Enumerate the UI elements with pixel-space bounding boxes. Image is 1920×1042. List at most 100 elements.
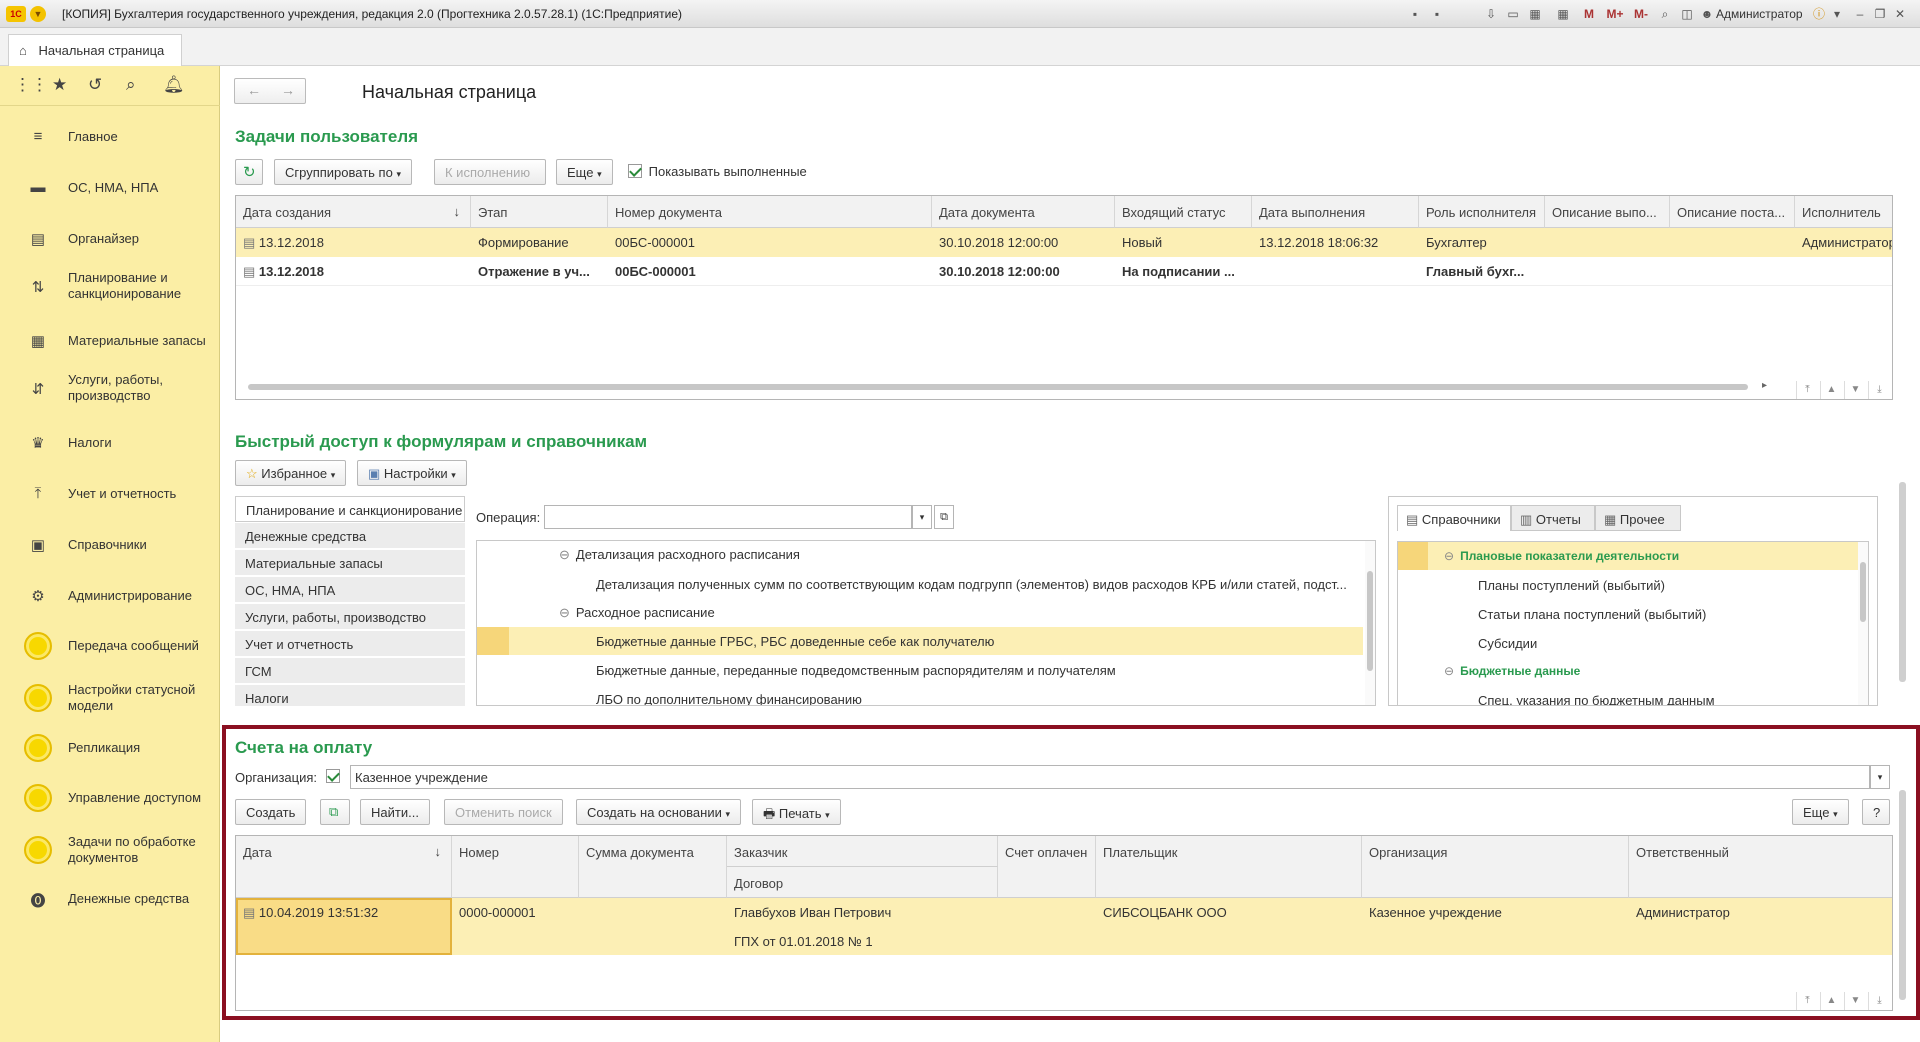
group-by-button[interactable]: Сгруппировать по ▾ [274, 159, 412, 185]
col-header[interactable]: Описание выпо... [1545, 196, 1670, 228]
col-header[interactable]: Договор [727, 867, 998, 898]
tasks-more-button[interactable]: Еще ▾ [556, 159, 613, 185]
section-item[interactable]: Денежные средства [235, 523, 465, 549]
app-menu-icon[interactable]: ▼ [30, 6, 46, 22]
sidebar-item-accounting[interactable]: ⤒ Учет и отчетность [0, 479, 220, 509]
panels-icon[interactable]: ◫ [1678, 6, 1696, 22]
section-item[interactable]: Материальные запасы [235, 550, 465, 576]
tab-references[interactable]: ▤ Справочники [1397, 505, 1511, 531]
tree-item[interactable]: Бюджетные данные ГРБС, РБС доведенные се… [596, 634, 994, 649]
scroll-top-icon[interactable]: ⤒ [1796, 381, 1818, 399]
col-header[interactable]: Номер [452, 836, 579, 898]
col-header[interactable]: Дата документа [932, 196, 1115, 228]
cancel-search-button[interactable]: Отменить поиск [444, 799, 563, 825]
sidebar-item-main[interactable]: ≡ Главное [0, 122, 220, 152]
sidebar-item-organizer[interactable]: ▤ Органайзер [0, 224, 220, 254]
sidebar-item-assets[interactable]: ▬ ОС, НМА, НПА [0, 173, 220, 203]
tree-group[interactable]: ⊖ Плановые показатели деятельности [1444, 549, 1679, 563]
scroll-down-icon[interactable]: ▼ [1844, 992, 1866, 1010]
sidebar-item-cash[interactable]: ⓿ Денежные средства [0, 884, 220, 914]
scroll-up-icon[interactable]: ▲ [1820, 992, 1842, 1010]
scroll-top-icon[interactable]: ⤒ [1796, 992, 1818, 1010]
help-button[interactable]: ? [1862, 799, 1890, 825]
sidebar-item-references[interactable]: ▣ Справочники [0, 530, 220, 560]
org-checkbox[interactable] [326, 769, 340, 784]
vertical-scrollbar[interactable] [1858, 542, 1868, 705]
tree-item[interactable]: Субсидии [1478, 636, 1537, 651]
user-name[interactable]: Администратор [1716, 7, 1803, 21]
scroll-down-icon[interactable]: ▼ [1844, 381, 1866, 399]
execute-button[interactable]: К исполнению [434, 159, 546, 185]
operation-input[interactable] [544, 505, 912, 529]
invoices-more-button[interactable]: Еще ▾ [1792, 799, 1849, 825]
scroll-bottom-icon[interactable]: ⤓ [1868, 381, 1890, 399]
org-input[interactable]: Казенное учреждение [350, 765, 1870, 789]
sidebar-item-doc-tasks[interactable]: Задачи по обработке документов [0, 828, 220, 872]
col-header[interactable]: Счет оплачен [998, 836, 1096, 898]
col-header[interactable]: Входящий статус [1115, 196, 1252, 228]
section-item[interactable]: Налоги [235, 685, 465, 706]
tab-home[interactable]: ⌂ Начальная страница [8, 34, 182, 66]
sidebar-item-materials[interactable]: ▦ Материальные запасы [0, 326, 220, 356]
scroll-up-icon[interactable]: ▲ [1820, 381, 1842, 399]
copy-icon[interactable]: ▭ [1504, 6, 1522, 22]
memory-plus-icon[interactable]: M+ [1604, 6, 1626, 22]
sidebar-item-services[interactable]: ⇵ Услуги, работы, производство [0, 370, 220, 410]
tab-reports[interactable]: ▥ Отчеты [1511, 505, 1595, 531]
section-item[interactable]: ГСМ [235, 658, 465, 684]
close-icon[interactable]: ✕ [1892, 6, 1908, 22]
info-icon[interactable]: ⓘ [1810, 6, 1828, 22]
sidebar-item-taxes[interactable]: ♛ Налоги [0, 428, 220, 458]
org-dropdown-icon[interactable]: ▾ [1870, 765, 1890, 789]
section-item[interactable]: ОС, НМА, НПА [235, 577, 465, 603]
operation-dropdown-icon[interactable]: ▾ [912, 505, 932, 529]
tree-item[interactable]: ЛБО по дополнительному финансированию [596, 692, 862, 705]
back-icon[interactable]: ← [247, 82, 261, 98]
sidebar-item-admin[interactable]: ⚙ Администрирование [0, 581, 220, 611]
zoom-icon[interactable]: ⌕ [1656, 6, 1674, 22]
horizontal-scrollbar[interactable] [248, 384, 1748, 390]
copy-button[interactable]: ⧉ [320, 799, 350, 825]
sidebar-item-status-model[interactable]: Настройки статусной модели [0, 676, 220, 720]
star-icon[interactable]: ★ [52, 75, 67, 95]
col-header[interactable]: Организация [1362, 836, 1629, 898]
tree-item[interactable]: Бюджетные данные, переданные подведомств… [596, 663, 1116, 678]
save-icon[interactable]: ▪ [1406, 6, 1424, 22]
create-based-on-button[interactable]: Создать на основании ▾ [576, 799, 742, 825]
favorites-button[interactable]: ☆ Избранное ▾ [235, 460, 347, 486]
tree-item[interactable]: ⊖ Детализация расходного расписания [559, 547, 800, 563]
section-item[interactable]: Услуги, работы, производство [235, 604, 465, 630]
minimize-icon[interactable]: – [1852, 6, 1868, 22]
col-header[interactable]: Этап [471, 196, 608, 228]
calculator-icon[interactable]: ▦ [1554, 6, 1572, 22]
tab-other[interactable]: ▦ Прочее [1595, 505, 1681, 531]
settings-button[interactable]: ▣ Настройки ▾ [357, 460, 467, 486]
history-icon[interactable]: ↺ [88, 75, 102, 95]
memory-minus-icon[interactable]: M- [1630, 6, 1652, 22]
tree-item[interactable]: Планы поступлений (выбытий) [1478, 578, 1665, 593]
refresh-button[interactable]: ↻ [235, 159, 263, 185]
tree-item[interactable]: Детализация полученных сумм по соответст… [596, 577, 1347, 592]
open-icon[interactable]: ⧉ [934, 505, 954, 529]
col-header[interactable]: Плательщик [1096, 836, 1362, 898]
col-header[interactable]: Номер документа [608, 196, 932, 228]
vertical-scrollbar[interactable] [1365, 541, 1375, 705]
tree-item[interactable]: ⊖ Расходное расписание [559, 605, 715, 621]
sidebar-item-messages[interactable]: Передача сообщений [0, 626, 220, 666]
show-done-checkbox[interactable]: Показывать выполненные [628, 164, 807, 179]
forward-icon[interactable]: → [281, 82, 295, 98]
col-header[interactable]: Сумма документа [579, 836, 727, 898]
scroll-right-icon[interactable]: ▸ [1762, 380, 1767, 391]
dropdown-icon[interactable]: ▾ [1830, 6, 1844, 22]
download-icon[interactable]: ⇩ [1482, 6, 1500, 22]
col-header[interactable]: Дата ↓ [236, 836, 452, 898]
tree-group[interactable]: ⊖ Бюджетные данные [1444, 664, 1580, 678]
tree-item[interactable]: Статьи плана поступлений (выбытий) [1478, 607, 1706, 622]
memory-icon[interactable]: M [1582, 6, 1596, 22]
apps-grid-icon[interactable]: ⋮⋮ [14, 75, 48, 95]
bell-icon[interactable]: 🔔︎ [163, 75, 185, 95]
print-icon[interactable]: ▪ [1428, 6, 1446, 22]
section-item[interactable]: Учет и отчетность [235, 631, 465, 657]
print-button[interactable]: 🖶︎ Печать ▾ [752, 799, 841, 825]
tree-item[interactable]: Спец. указания по бюджетным данным [1478, 693, 1715, 705]
